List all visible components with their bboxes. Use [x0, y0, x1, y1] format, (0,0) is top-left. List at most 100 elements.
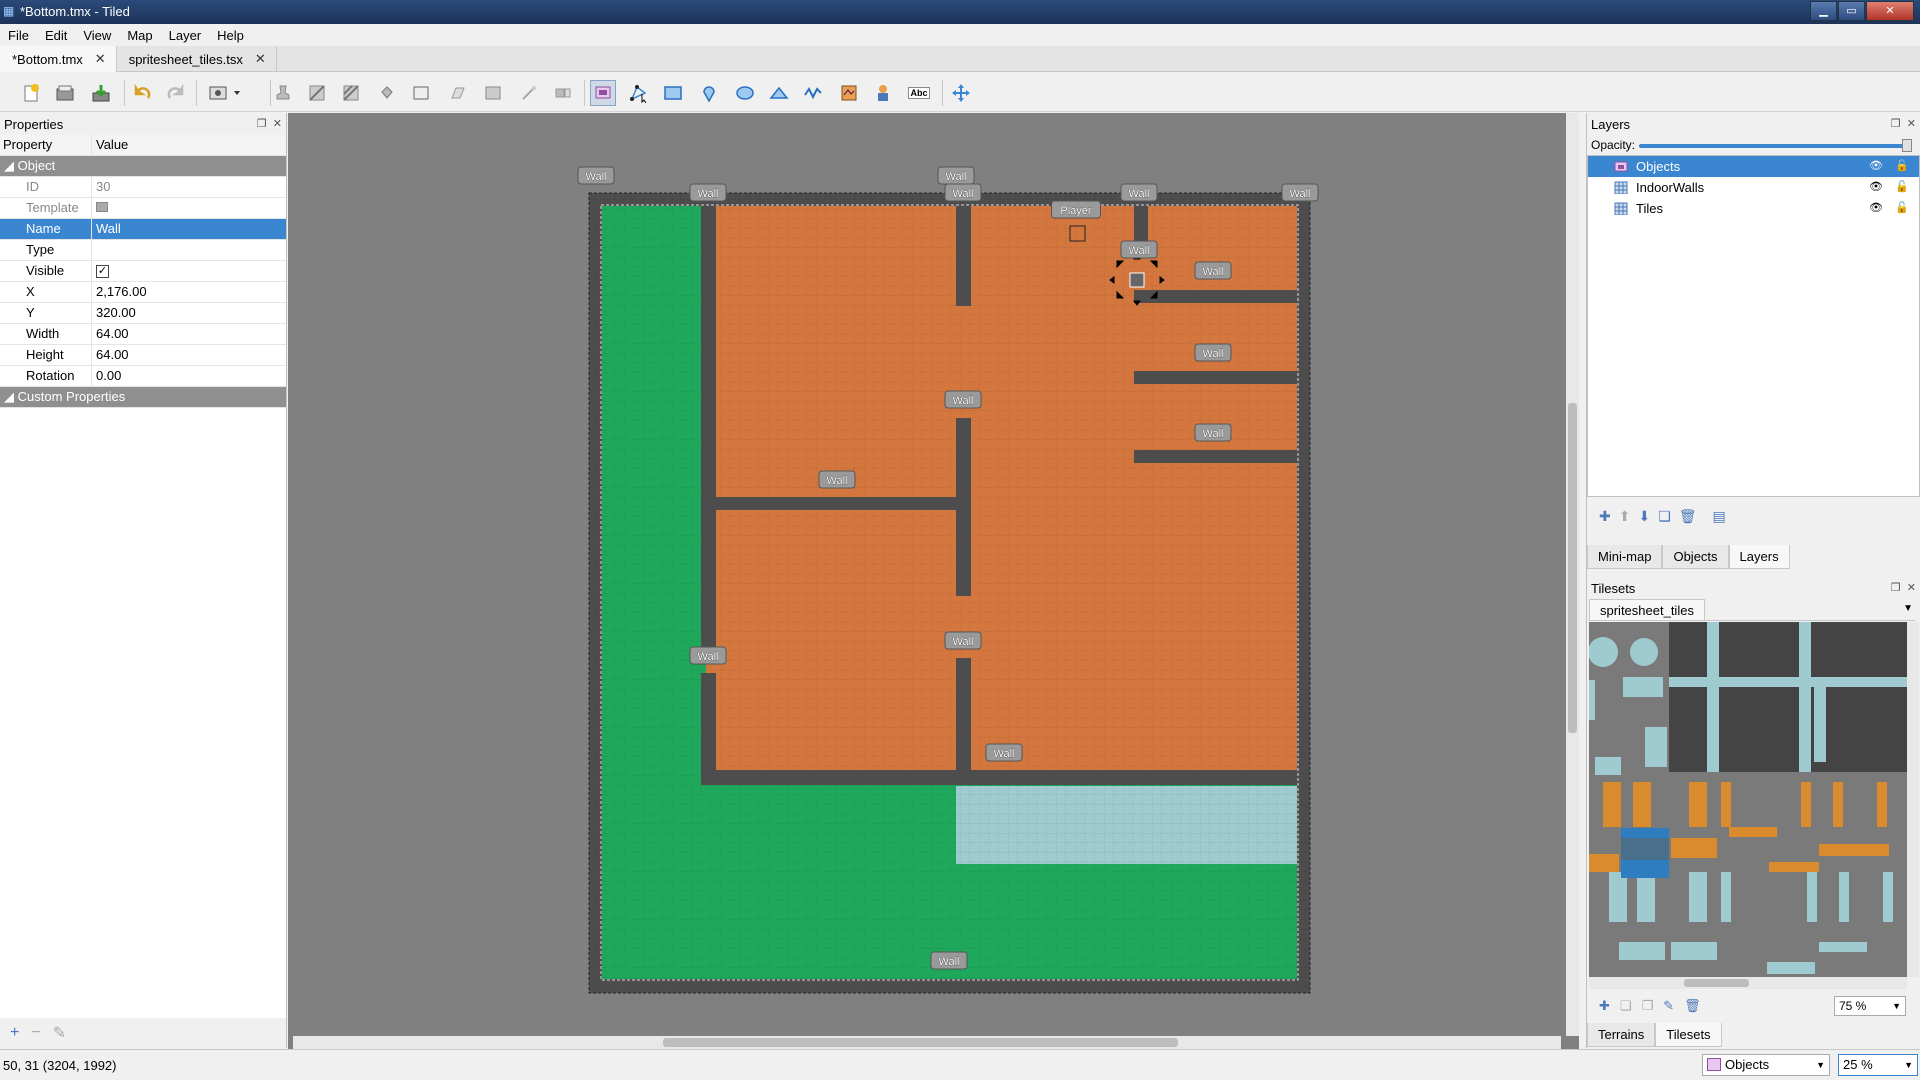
- wall-label[interactable]: Wall: [577, 166, 615, 185]
- open-icon[interactable]: [52, 80, 78, 106]
- rename-property-icon[interactable]: ✎: [53, 1023, 66, 1043]
- visible-checkbox[interactable]: ✓: [96, 265, 109, 279]
- layer-properties-icon[interactable]: ▤: [1713, 508, 1726, 525]
- raise-layer-icon[interactable]: ⬆: [1619, 508, 1631, 525]
- insert-template-icon[interactable]: [870, 80, 896, 106]
- prop-row-width[interactable]: Width 64.00: [0, 324, 286, 345]
- lock-icon[interactable]: 🔓: [1895, 180, 1909, 193]
- wall-label[interactable]: Wall: [944, 631, 982, 650]
- collapse-icon[interactable]: ◢: [4, 158, 14, 173]
- wall-label[interactable]: Wall: [1120, 183, 1158, 202]
- insert-polyline-icon[interactable]: [800, 80, 826, 106]
- wall-label[interactable]: Wall: [1194, 423, 1232, 442]
- move-icon[interactable]: [948, 80, 974, 106]
- insert-tile-icon[interactable]: [836, 80, 862, 106]
- export-tileset-icon[interactable]: ❐: [1642, 998, 1654, 1014]
- bucket-fill-icon[interactable]: [374, 80, 400, 106]
- close-panel-icon[interactable]: ✕: [1907, 117, 1916, 130]
- lower-layer-icon[interactable]: ⬇: [1638, 508, 1650, 525]
- current-layer-combo[interactable]: Objects ▼: [1702, 1054, 1830, 1076]
- player-label[interactable]: Player: [1051, 200, 1101, 219]
- add-property-icon[interactable]: +: [10, 1024, 19, 1042]
- command-icon[interactable]: [206, 80, 246, 106]
- prop-value[interactable]: 2,176.00: [92, 282, 286, 302]
- wall-label[interactable]: Wall: [1120, 240, 1158, 259]
- value-column-header[interactable]: Value: [92, 135, 286, 155]
- eraser-icon[interactable]: [444, 80, 470, 106]
- tab-objects[interactable]: Objects: [1662, 545, 1729, 569]
- insert-text-icon[interactable]: Abc: [906, 80, 932, 106]
- wall-label[interactable]: Wall: [1281, 183, 1319, 202]
- prop-row-type[interactable]: Type: [0, 240, 286, 261]
- float-panel-icon[interactable]: ❐: [257, 117, 267, 130]
- tileset-horizontal-scrollbar[interactable]: [1589, 977, 1907, 989]
- prop-value[interactable]: 0.00: [92, 366, 286, 386]
- menu-map[interactable]: Map: [119, 28, 160, 43]
- wall-label[interactable]: Wall: [937, 166, 975, 185]
- stamp-icon[interactable]: [270, 80, 296, 106]
- close-tab-icon[interactable]: ✕: [95, 51, 106, 67]
- visibility-eye-icon[interactable]: 👁: [1869, 180, 1883, 193]
- prop-value[interactable]: 64.00: [92, 345, 286, 365]
- new-tileset-icon[interactable]: ✚: [1599, 998, 1610, 1014]
- menu-help[interactable]: Help: [209, 28, 252, 43]
- map-vertical-scrollbar[interactable]: [1566, 113, 1579, 1036]
- prop-value[interactable]: 64.00: [92, 324, 286, 344]
- doc-tab-spritesheet[interactable]: spritesheet_tiles.tsx ✕: [117, 46, 277, 72]
- remove-tileset-icon[interactable]: 🗑: [1684, 998, 1701, 1014]
- layer-row-indoorwalls[interactable]: IndoorWalls 👁 🔓: [1588, 177, 1919, 198]
- close-button[interactable]: ✕: [1866, 1, 1914, 21]
- custom-properties-group-row[interactable]: ◢ Custom Properties: [0, 387, 286, 408]
- insert-rectangle-icon[interactable]: [660, 80, 686, 106]
- prop-value[interactable]: 320.00: [92, 303, 286, 323]
- tileset-vertical-scrollbar[interactable]: [1907, 622, 1919, 977]
- menu-layer[interactable]: Layer: [161, 28, 210, 43]
- insert-polygon-icon[interactable]: [766, 80, 792, 106]
- tab-layers[interactable]: Layers: [1728, 545, 1790, 569]
- opacity-slider-handle[interactable]: [1902, 139, 1912, 152]
- wall-label[interactable]: Wall: [944, 183, 982, 202]
- scroll-thumb[interactable]: [1568, 403, 1577, 733]
- save-icon[interactable]: [88, 80, 114, 106]
- wall-label[interactable]: Wall: [1194, 343, 1232, 362]
- menu-file[interactable]: File: [0, 28, 37, 43]
- prop-row-name[interactable]: Name Wall: [0, 219, 286, 240]
- new-icon[interactable]: [18, 80, 44, 106]
- close-tab-icon[interactable]: ✕: [255, 51, 266, 67]
- wall-label[interactable]: Wall: [930, 951, 968, 970]
- float-panel-icon[interactable]: ❐: [1891, 117, 1901, 130]
- prop-row-id[interactable]: ID 30: [0, 177, 286, 198]
- lock-icon[interactable]: 🔓: [1895, 159, 1909, 172]
- select-objects-icon[interactable]: [590, 80, 616, 106]
- prop-row-rotation[interactable]: Rotation 0.00: [0, 366, 286, 387]
- tileset-zoom-combo[interactable]: 75 % ▼: [1834, 996, 1906, 1016]
- wall-label[interactable]: Wall: [1194, 261, 1232, 280]
- rect-select-icon[interactable]: [480, 80, 506, 106]
- magic-wand-icon[interactable]: [516, 80, 542, 106]
- duplicate-layer-icon[interactable]: ❏: [1658, 508, 1671, 525]
- collapse-icon[interactable]: ◢: [4, 389, 14, 404]
- prop-value[interactable]: [92, 240, 286, 260]
- terrain-icon[interactable]: [304, 80, 330, 106]
- doc-tab-bottom[interactable]: *Bottom.tmx ✕: [0, 46, 117, 72]
- lock-icon[interactable]: 🔓: [1895, 201, 1909, 214]
- prop-row-template[interactable]: Template: [0, 198, 286, 219]
- wall-label[interactable]: Wall: [689, 646, 727, 665]
- prop-row-height[interactable]: Height 64.00: [0, 345, 286, 366]
- map-svg[interactable]: Wall Wall Wall Wall Wall Wall Player Wall Wall Wa…: [288, 113, 1579, 1049]
- remove-property-icon[interactable]: −: [31, 1024, 40, 1042]
- delete-layer-icon[interactable]: 🗑: [1679, 508, 1697, 525]
- visibility-eye-icon[interactable]: 👁: [1869, 159, 1883, 172]
- wall-label[interactable]: Wall: [985, 743, 1023, 762]
- menu-view[interactable]: View: [75, 28, 119, 43]
- property-column-header[interactable]: Property: [0, 135, 92, 155]
- embed-tileset-icon[interactable]: ❏: [1620, 998, 1632, 1014]
- wangbrush-icon[interactable]: [338, 80, 364, 106]
- wall-label[interactable]: Wall: [689, 183, 727, 202]
- prop-row-y[interactable]: Y 320.00: [0, 303, 286, 324]
- map-horizontal-scrollbar[interactable]: [293, 1036, 1561, 1049]
- layer-row-tiles[interactable]: Tiles 👁 🔓: [1588, 198, 1919, 219]
- tab-minimap[interactable]: Mini-map: [1587, 545, 1663, 569]
- select-same-tile-icon[interactable]: [550, 80, 576, 106]
- menu-edit[interactable]: Edit: [37, 28, 75, 43]
